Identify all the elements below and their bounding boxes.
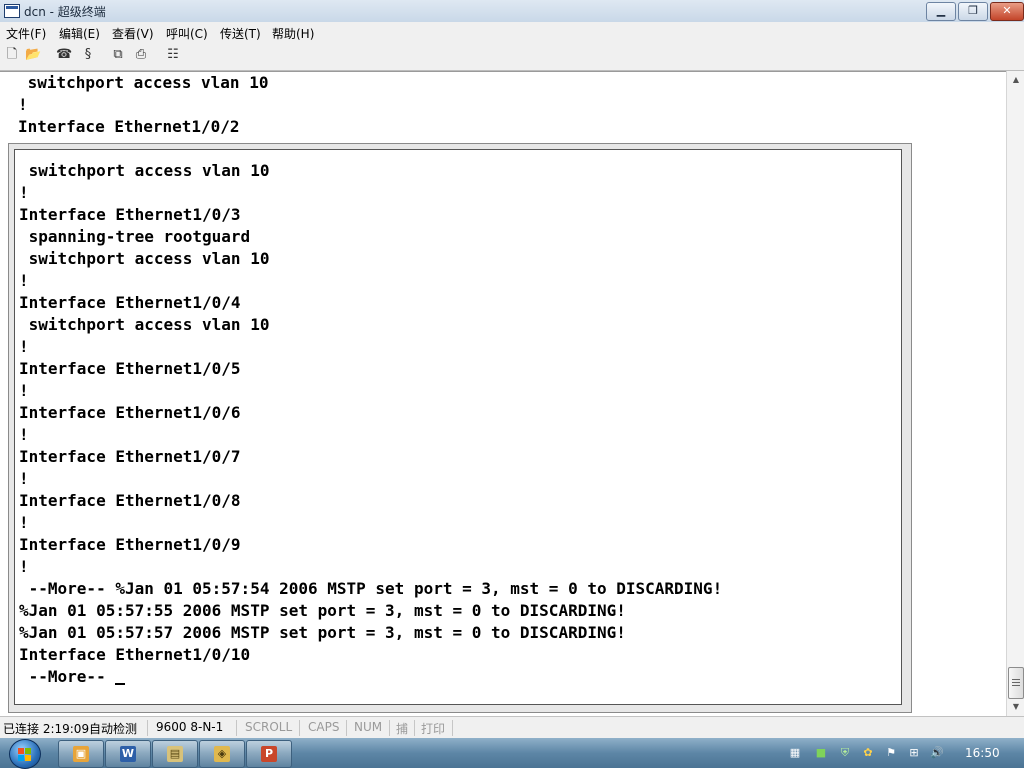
terminal-line: Interface Ethernet1/0/9 <box>19 535 241 554</box>
folder-app-icon: ▣ <box>73 746 89 762</box>
caps-indicator: CAPS <box>308 720 340 734</box>
print-indicator: 打印 <box>421 722 446 736</box>
connection-time: 已连接 2:19:09 <box>3 722 90 736</box>
receive-icon[interactable]: ⎙ <box>133 47 149 63</box>
taskbar-app-explorer[interactable]: ▣ <box>58 740 104 768</box>
windows-logo-icon <box>18 748 24 754</box>
terminal-line: Interface Ethernet1/0/4 <box>19 293 241 312</box>
close-button[interactable]: ✕ <box>990 2 1024 21</box>
maximize-button[interactable]: ❐ <box>958 2 988 21</box>
terminal-line: switchport access vlan 10 <box>19 315 270 334</box>
word-app-icon: W <box>120 746 136 762</box>
terminal-popup-panel: switchport access vlan 10 ! Interface Et… <box>8 143 912 713</box>
terminal-line: %Jan 01 05:57:57 2006 MSTP set port = 3,… <box>19 623 626 642</box>
terminal-line: ! <box>19 337 29 356</box>
terminal-line: ! <box>18 95 28 114</box>
terminal-line: Interface Ethernet1/0/3 <box>19 205 241 224</box>
title-bar: dcn - 超级终端 ▁ ❐ ✕ <box>0 0 1024 23</box>
status-divider <box>414 720 415 736</box>
start-button[interactable] <box>9 739 41 769</box>
terminal-line: switchport access vlan 10 <box>19 161 270 180</box>
terminal-line: ! <box>19 469 29 488</box>
thumb-grip <box>1012 679 1020 680</box>
minimize-button[interactable]: ▁ <box>926 2 956 21</box>
status-divider <box>299 720 300 736</box>
windows-logo-icon <box>25 748 31 754</box>
send-icon[interactable]: ⧉ <box>110 47 126 63</box>
scroll-indicator: SCROLL <box>245 720 293 734</box>
status-divider <box>452 720 453 736</box>
terminal-prompt-line: --More-- <box>19 666 126 688</box>
menu-file[interactable]: 文件(F) <box>6 25 46 42</box>
call-phone-icon[interactable]: ☎ <box>56 47 72 63</box>
status-divider <box>236 720 237 736</box>
more-prompt: --More-- <box>19 667 116 686</box>
open-folder-icon[interactable]: 📂 <box>25 47 41 63</box>
menu-transfer[interactable]: 传送(T) <box>220 25 261 42</box>
terminal-line: Interface Ethernet1/0/8 <box>19 491 241 510</box>
thumb-grip <box>1012 685 1020 686</box>
terminal-line: %Jan 01 05:57:55 2006 MSTP set port = 3,… <box>19 601 626 620</box>
num-indicator: NUM <box>354 720 383 734</box>
taskbar-clock[interactable]: 16:50 <box>965 746 1000 760</box>
scrollbar-thumb[interactable] <box>1008 667 1024 699</box>
keyboard-tray-icon[interactable]: ▦ <box>788 746 802 760</box>
scroll-up-arrow-icon[interactable]: ▲ <box>1010 75 1022 85</box>
status-divider <box>389 720 390 736</box>
terminal-line: ! <box>19 425 29 444</box>
flag-tray-icon[interactable]: ⚑ <box>884 746 898 760</box>
thumb-grip <box>1012 682 1020 683</box>
menu-bar: 文件(F) 编辑(E) 查看(V) 呼叫(C) 传送(T) 帮助(H) <box>0 22 1024 42</box>
terminal-line: Interface Ethernet1/0/10 <box>19 645 251 664</box>
windows-logo-icon <box>25 755 31 761</box>
terminal-line: switchport access vlan 10 <box>19 249 270 268</box>
status-divider <box>346 720 347 736</box>
port-settings: 9600 8-N-1 <box>156 720 224 734</box>
windows-logo-icon <box>18 755 24 761</box>
terminal-line: Interface Ethernet1/0/5 <box>19 359 241 378</box>
terminal-line: Interface Ethernet1/0/7 <box>19 447 241 466</box>
scroll-down-arrow-icon[interactable]: ▼ <box>1010 702 1022 712</box>
taskbar-app-powerpoint[interactable]: P <box>246 740 292 768</box>
terminal-line: Interface Ethernet1/0/6 <box>19 403 241 422</box>
terminal-line: ! <box>19 183 29 202</box>
toolbar: 🗋 📂 ☎ § ⧉ ⎙ ☷ <box>0 42 1024 71</box>
menu-call[interactable]: 呼叫(C) <box>166 25 208 42</box>
disconnect-icon[interactable]: § <box>80 47 96 63</box>
terminal-line: switchport access vlan 10 <box>18 73 269 92</box>
terminal-line: ! <box>19 271 29 290</box>
volume-tray-icon[interactable]: 🔊 <box>930 746 944 760</box>
powerpoint-app-icon: P <box>261 746 277 762</box>
window-title: dcn - 超级终端 <box>24 5 106 19</box>
file-manager-icon: ▤ <box>167 746 183 762</box>
windows-taskbar: ▣ W ▤ ◈ P ▦ ■ ⛨ ✿ ⚑ ⊞ 🔊 16:50 <box>0 738 1024 769</box>
menu-view[interactable]: 查看(V) <box>112 25 154 42</box>
status-divider <box>147 720 148 736</box>
hyperterminal-app-icon: ◈ <box>214 746 230 762</box>
terminal-line: ! <box>19 557 29 576</box>
taskbar-app-files[interactable]: ▤ <box>152 740 198 768</box>
status-bar: 已连接 2:19:09 自动检测 9600 8-N-1 SCROLL CAPS … <box>0 716 1024 739</box>
terminal-output[interactable]: switchport access vlan 10 ! Interface Et… <box>14 149 902 705</box>
security-tray-icon[interactable]: ✿ <box>861 746 875 760</box>
vertical-scrollbar[interactable]: ▲ ▼ <box>1006 71 1024 716</box>
terminal-line: --More-- %Jan 01 05:57:54 2006 MSTP set … <box>19 579 723 598</box>
terminal-line: spanning-tree rootguard <box>19 227 251 246</box>
terminal-line: ! <box>19 513 29 532</box>
auto-detect-status: 自动检测 <box>89 722 138 736</box>
terminal-app-icon <box>4 4 20 18</box>
menu-edit[interactable]: 编辑(E) <box>59 25 100 42</box>
capture-indicator: 捕 <box>396 722 409 736</box>
network-tray-icon[interactable]: ⊞ <box>907 746 921 760</box>
text-cursor <box>115 683 126 685</box>
taskbar-app-word[interactable]: W <box>105 740 151 768</box>
terminal-line: Interface Ethernet1/0/2 <box>18 117 240 136</box>
terminal-line: ! <box>19 381 29 400</box>
green-tray-icon[interactable]: ■ <box>814 746 828 760</box>
shield-tray-icon[interactable]: ⛨ <box>838 746 852 760</box>
menu-help[interactable]: 帮助(H) <box>272 25 314 42</box>
properties-icon[interactable]: ☷ <box>165 47 181 63</box>
new-document-icon[interactable]: 🗋 <box>4 47 20 63</box>
taskbar-app-hyperterminal[interactable]: ◈ <box>199 740 245 768</box>
